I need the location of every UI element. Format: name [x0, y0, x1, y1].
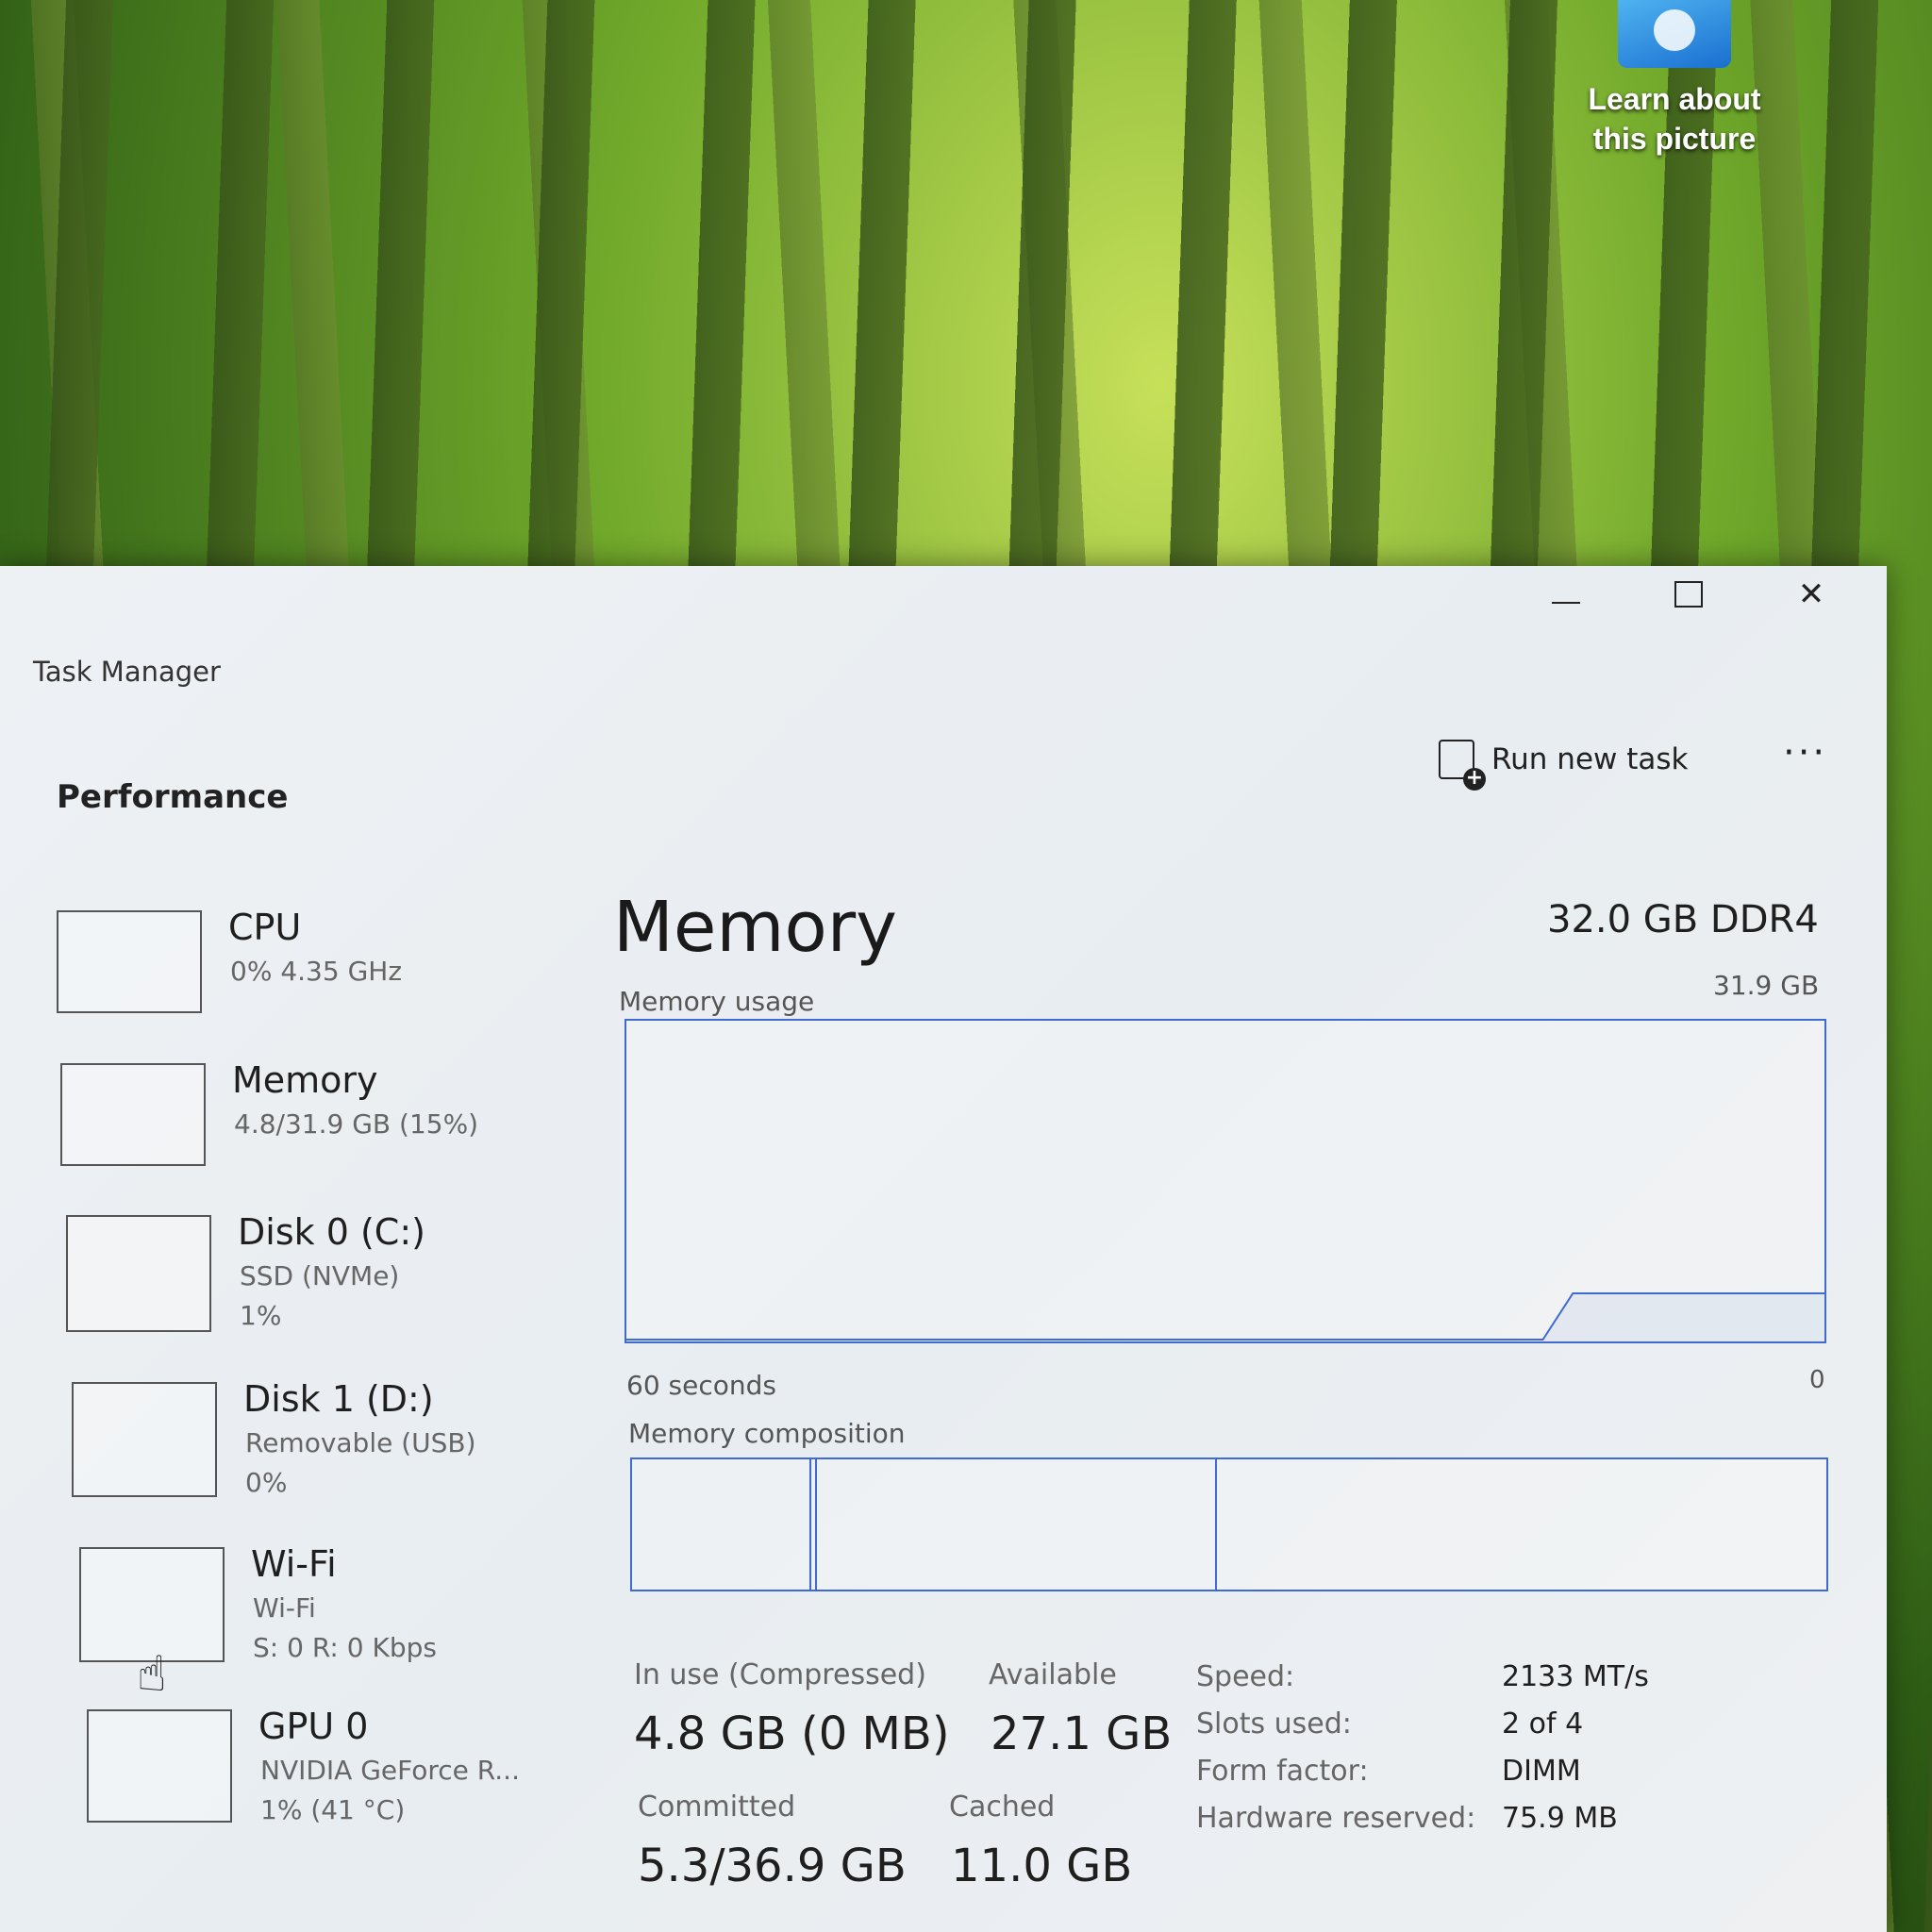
sidebar-item-disk-0[interactable]: Disk 0 (C:) SSD (NVMe) 1%	[66, 1211, 557, 1338]
more-options-button[interactable]: ···	[1783, 731, 1827, 774]
cached-label: Cached	[949, 1790, 1056, 1824]
composition-segment	[632, 1459, 811, 1590]
learn-about-picture-shortcut[interactable]: Learn about this picture	[1566, 0, 1783, 160]
sidebar-item-subtitle: Wi-Fi S: 0 R: 0 Kbps	[253, 1592, 437, 1663]
sidebar-item-subtitle: Removable (USB) 0%	[245, 1427, 476, 1498]
sidebar-item-disk-1[interactable]: Disk 1 (D:) Removable (USB) 0%	[72, 1378, 562, 1505]
slots-used-label: Slots used:	[1196, 1707, 1352, 1740]
gpu0-thumbnail-graph	[87, 1709, 232, 1823]
sidebar-item-subtitle: 4.8/31.9 GB (15%)	[234, 1108, 479, 1140]
available-label: Available	[989, 1658, 1117, 1691]
sidebar-item-title: Wi-Fi	[251, 1543, 337, 1585]
sidebar-item-title: CPU	[228, 907, 302, 948]
run-new-task-label: Run new task	[1491, 742, 1689, 776]
slots-used-value: 2 of 4	[1502, 1707, 1584, 1740]
memory-usage-max: 31.9 GB	[1713, 970, 1820, 1001]
close-icon: ✕	[1797, 575, 1825, 613]
minimize-icon	[1552, 602, 1580, 604]
run-task-icon	[1439, 740, 1486, 791]
composition-segment	[817, 1459, 1218, 1590]
cpu-thumbnail-graph	[57, 910, 202, 1013]
page-title: Performance	[57, 778, 289, 816]
memory-usage-label: Memory usage	[619, 986, 815, 1017]
spotlight-icon	[1618, 0, 1731, 68]
sidebar-item-subtitle: NVIDIA GeForce R... 1% (41 °C)	[260, 1755, 520, 1825]
section-title: Memory	[613, 887, 897, 968]
sidebar-item-cpu[interactable]: CPU 0% 4.35 GHz	[57, 907, 547, 1033]
memory-usage-line	[626, 1292, 1824, 1341]
disk1-thumbnail-graph	[72, 1382, 217, 1497]
close-button[interactable]: ✕	[1755, 566, 1868, 623]
sidebar-item-subtitle: 0% 4.35 GHz	[230, 956, 403, 987]
committed-value: 5.3/36.9 GB	[638, 1840, 907, 1892]
memory-composition-bar	[630, 1457, 1828, 1591]
form-factor-label: Form factor:	[1196, 1755, 1369, 1788]
in-use-label: In use (Compressed)	[634, 1658, 926, 1691]
memory-usage-area	[626, 1293, 1824, 1341]
task-manager-window: Task Manager ✕ Performance Run new task …	[0, 566, 1887, 1932]
hand-cursor-icon: ☝	[137, 1646, 167, 1703]
speed-value: 2133 MT/s	[1502, 1660, 1649, 1693]
memory-thumbnail-graph	[60, 1063, 206, 1166]
form-factor-value: DIMM	[1502, 1755, 1581, 1788]
sidebar-item-title: GPU 0	[258, 1706, 369, 1747]
graph-time-span-label: 60 seconds	[626, 1370, 776, 1401]
wifi-thumbnail-graph	[79, 1547, 225, 1662]
graph-axis-zero: 0	[1809, 1366, 1825, 1394]
composition-segment	[1217, 1459, 1826, 1590]
sidebar-item-gpu-0[interactable]: GPU 0 NVIDIA GeForce R... 1% (41 °C)	[87, 1706, 577, 1832]
maximize-button[interactable]	[1632, 566, 1745, 623]
hardware-reserved-label: Hardware reserved:	[1196, 1802, 1476, 1835]
sidebar-item-title: Memory	[232, 1059, 378, 1101]
available-value: 27.1 GB	[991, 1707, 1173, 1760]
learn-about-label: Learn about this picture	[1588, 82, 1761, 156]
sidebar-item-memory[interactable]: Memory 4.8/31.9 GB (15%)	[60, 1059, 551, 1186]
sidebar-item-title: Disk 0 (C:)	[238, 1211, 425, 1253]
memory-composition-label: Memory composition	[628, 1418, 906, 1449]
maximize-icon	[1674, 581, 1703, 608]
memory-usage-graph	[625, 1019, 1826, 1343]
window-title: Task Manager	[33, 656, 221, 688]
sidebar-item-subtitle: SSD (NVMe) 1%	[240, 1260, 400, 1331]
cached-value: 11.0 GB	[951, 1840, 1133, 1892]
minimize-button[interactable]	[1509, 566, 1623, 623]
disk0-thumbnail-graph	[66, 1215, 211, 1332]
total-memory-label: 32.0 GB DDR4	[1547, 898, 1819, 941]
speed-label: Speed:	[1196, 1660, 1295, 1693]
sidebar-item-title: Disk 1 (D:)	[243, 1378, 434, 1420]
run-new-task-button[interactable]: Run new task	[1439, 736, 1689, 791]
in-use-value: 4.8 GB (0 MB)	[634, 1707, 950, 1760]
hardware-reserved-value: 75.9 MB	[1502, 1802, 1618, 1835]
committed-label: Committed	[638, 1790, 796, 1824]
